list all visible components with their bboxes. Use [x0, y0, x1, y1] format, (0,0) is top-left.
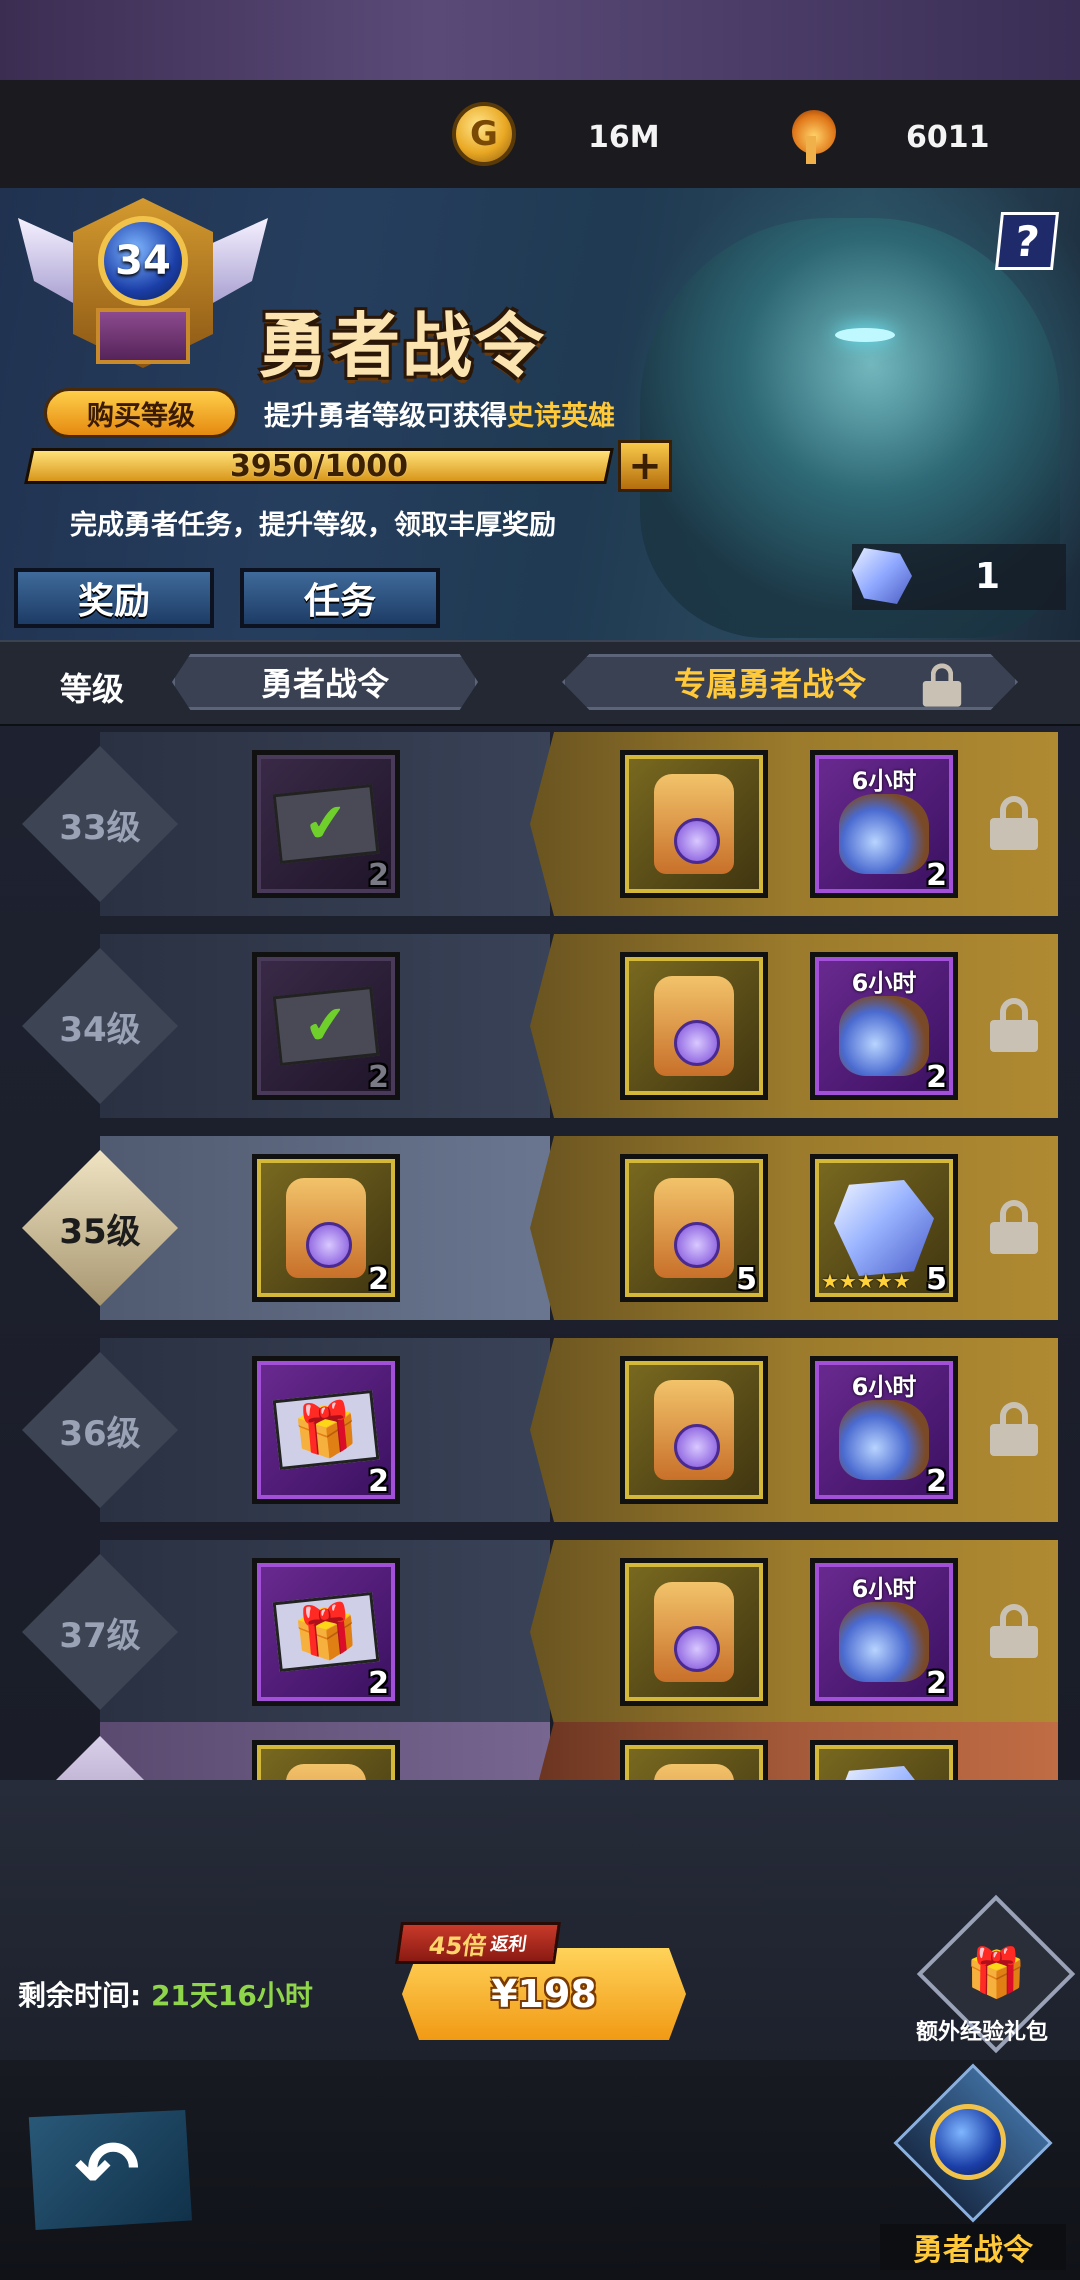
free-track-header: 勇者战令 — [172, 654, 478, 710]
premium-track-cell — [530, 1338, 1058, 1522]
level-number: 34 — [98, 216, 188, 306]
reward-count: 2 — [368, 858, 389, 893]
promo-text: 提升勇者等级可获得史诗英雄 — [264, 401, 615, 432]
reward-count: 2 — [368, 1666, 389, 1701]
reward-item[interactable]: ✔ 2 — [252, 750, 400, 898]
reward-row: 2 5 ★★★★★ 5 — [100, 1136, 1058, 1320]
add-xp-button[interactable]: + — [618, 440, 672, 492]
scroll-icon — [654, 1380, 734, 1480]
star-rating: ★★★★★ — [821, 1269, 911, 1293]
gold-coin-icon: G — [452, 102, 516, 166]
duration-label: 6小时 — [851, 1575, 917, 1603]
reward-item[interactable] — [620, 952, 768, 1100]
crystal-icon — [834, 1180, 934, 1276]
reward-count: 2 — [926, 1666, 947, 1701]
gem-sack-icon — [839, 996, 929, 1076]
gem-count: 1 — [975, 556, 1001, 597]
flame-key-icon — [784, 106, 844, 166]
remaining-time-value: 21天16小时 — [150, 1979, 313, 2012]
premium-track-cell — [530, 934, 1058, 1118]
hero-pass-icon[interactable] — [868, 2063, 1068, 2228]
promo-highlight: 史诗英雄 — [507, 401, 615, 432]
reward-item[interactable]: 🎁 2 — [252, 1356, 400, 1504]
reward-item[interactable]: 6小时 2 — [810, 952, 958, 1100]
duration-label: 6小时 — [851, 1373, 917, 1401]
reward-row: 🎁 2 6小时 2 — [100, 1338, 1058, 1522]
essence-amount: 6011 — [906, 120, 990, 155]
premium-lock-icon — [922, 663, 962, 707]
page-title: 勇者战令 — [258, 305, 546, 387]
premium-track-cell — [530, 1136, 1058, 1320]
reward-item[interactable]: 🎁 2 — [252, 1558, 400, 1706]
reward-item[interactable]: 5 — [620, 1154, 768, 1302]
exp-gift-label: 额外经验礼包 — [916, 2020, 1049, 2045]
scroll-icon — [654, 1582, 734, 1682]
reward-item[interactable]: ★★★★★ 5 — [810, 1154, 958, 1302]
lock-icon — [990, 796, 1038, 850]
gift-ticket-icon: 🎁 — [272, 1591, 380, 1673]
gem-sack-icon — [839, 1602, 929, 1682]
gem-sack-icon — [839, 1400, 929, 1480]
premium-track-cell — [530, 732, 1058, 916]
lock-icon — [990, 1200, 1038, 1254]
reward-count: 2 — [926, 1464, 947, 1499]
banner-subtitle: 完成勇者任务，提升等级，领取丰厚奖励 — [70, 510, 556, 541]
reward-item[interactable]: 6小时 2 — [810, 750, 958, 898]
scroll-icon — [654, 1178, 734, 1278]
level-column-header: 等级 — [60, 670, 125, 708]
reward-item[interactable] — [620, 1558, 768, 1706]
reward-item[interactable]: 6小时 2 — [810, 1356, 958, 1504]
reward-item[interactable]: 6小时 2 — [810, 1558, 958, 1706]
reward-count: 2 — [368, 1464, 389, 1499]
reward-count: 2 — [926, 1060, 947, 1095]
buy-level-button[interactable]: 购买等级 — [44, 388, 238, 438]
reward-count: 5 — [736, 1262, 757, 1297]
level-badge: 34 — [18, 198, 268, 378]
help-button[interactable]: ? — [994, 212, 1060, 270]
remaining-time: 剩余时间: 21天16小时 — [18, 1979, 313, 2012]
reward-count: 2 — [368, 1262, 389, 1297]
reward-count: 5 — [926, 1262, 947, 1297]
tab-tasks[interactable]: 任务 — [240, 568, 440, 628]
lock-icon — [990, 1604, 1038, 1658]
reward-item[interactable] — [620, 750, 768, 898]
scroll-icon — [654, 976, 734, 1076]
hero-pass-label[interactable]: 勇者战令 — [880, 2224, 1066, 2270]
duration-label: 6小时 — [851, 969, 917, 997]
scroll-icon — [654, 774, 734, 874]
reward-row: 🎁 2 6小时 2 — [100, 1540, 1058, 1724]
reward-item[interactable]: 2 — [252, 1154, 400, 1302]
ticket-icon: ✔ — [272, 783, 380, 865]
gold-amount: 16M — [588, 120, 660, 155]
reward-count: 2 — [368, 1060, 389, 1095]
reward-count: 2 — [926, 858, 947, 893]
gift-ticket-icon: 🎁 — [272, 1389, 380, 1471]
rebate-badge: 45倍 返利 — [395, 1922, 561, 1964]
reward-item[interactable] — [620, 1356, 768, 1504]
lock-icon — [990, 998, 1038, 1052]
duration-label: 6小时 — [851, 767, 917, 795]
gem-sack-icon — [839, 794, 929, 874]
reward-row: ✔ 2 6小时 2 — [100, 732, 1058, 916]
reward-item[interactable]: ✔ 2 — [252, 952, 400, 1100]
lock-icon — [990, 1402, 1038, 1456]
ticket-icon: ✔ — [272, 985, 380, 1067]
gift-icon: 🎁 — [966, 1944, 1026, 2001]
back-arrow-icon[interactable]: ↶ — [28, 2110, 192, 2230]
scroll-icon — [286, 1178, 366, 1278]
top-strip — [0, 0, 1080, 80]
tab-rewards[interactable]: 奖励 — [14, 568, 214, 628]
reward-row: ✔ 2 6小时 2 — [100, 934, 1058, 1118]
xp-text: 3950/1000 — [230, 448, 408, 484]
premium-track-cell — [530, 1540, 1058, 1724]
